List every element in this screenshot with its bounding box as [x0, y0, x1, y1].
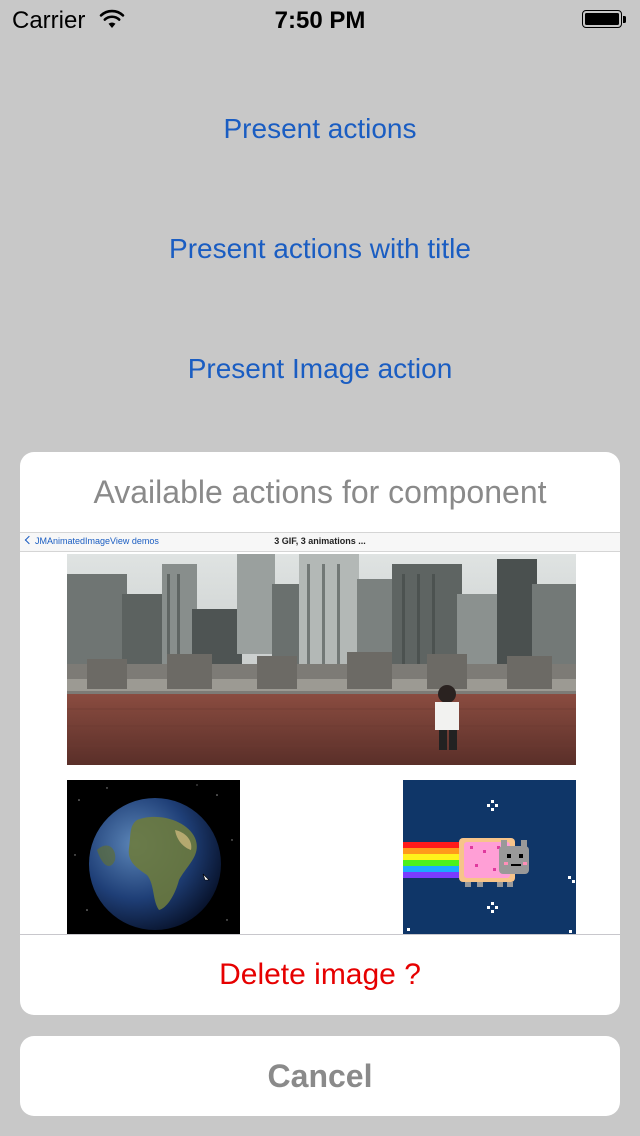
- action-sheet: Available actions for component JMAnimat…: [20, 452, 620, 1015]
- image-preview: JMAnimatedImageView demos 3 GIF, 3 anima…: [20, 532, 620, 934]
- present-actions-button[interactable]: Present actions: [0, 113, 640, 145]
- cancel-button[interactable]: Cancel: [20, 1036, 620, 1116]
- status-time: 7:50 PM: [274, 7, 366, 34]
- present-actions-with-title-button[interactable]: Present actions with title: [0, 233, 640, 265]
- status-bar: Carrier 7:50 PM: [0, 0, 640, 40]
- nyan-cat-image: [403, 780, 576, 934]
- city-rooftop-image: [67, 554, 576, 765]
- earth-globe-image: [67, 780, 240, 934]
- action-sheet-title: Available actions for component: [93, 474, 547, 510]
- preview-nav-title: 3 GIF, 3 animations ...: [274, 536, 366, 546]
- preview-nav-bar: JMAnimatedImageView demos 3 GIF, 3 anima…: [20, 532, 620, 552]
- battery-icon: [582, 10, 628, 30]
- delete-image-button[interactable]: Delete image ?: [20, 935, 620, 1015]
- present-image-action-button[interactable]: Present Image action: [0, 353, 640, 385]
